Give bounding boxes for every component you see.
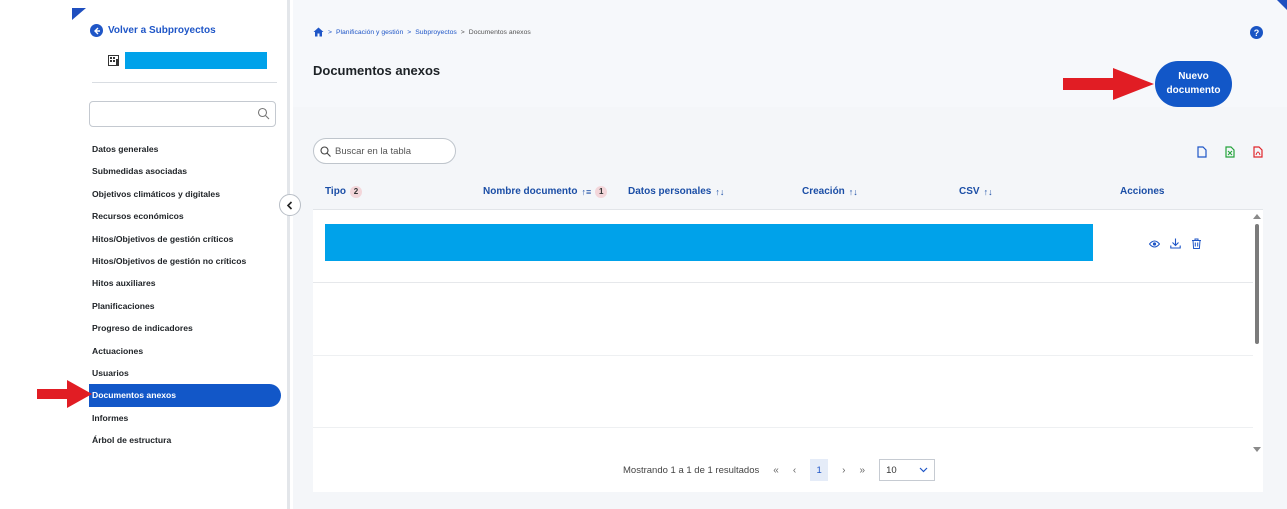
current-page-button[interactable]: 1: [810, 459, 829, 481]
next-page-button[interactable]: ›: [842, 465, 845, 476]
column-header-nombre-documento[interactable]: Nombre documento ↑≡ 1: [483, 174, 608, 210]
empty-row: [313, 284, 1253, 356]
sort-ascending-icon: ↑≡: [581, 187, 592, 197]
table-search-input[interactable]: [335, 145, 445, 157]
sort-order-badge: 2: [349, 186, 362, 198]
breadcrumb-separator: >: [407, 28, 412, 36]
last-page-button[interactable]: »: [860, 465, 866, 476]
new-document-button[interactable]: Nuevo documento: [1155, 61, 1232, 107]
sidebar-item-documentos-anexos[interactable]: Documentos anexos: [89, 384, 281, 407]
sidebar-item-datos-generales[interactable]: Datos generales: [89, 138, 284, 160]
red-arrow-annotation: [1063, 68, 1154, 100]
help-icon[interactable]: ?: [1250, 26, 1263, 39]
breadcrumb-separator: >: [328, 28, 332, 36]
sort-icon: ↑↓: [715, 187, 725, 197]
pdf-export-icon[interactable]: [1253, 146, 1263, 158]
collapse-sidebar-button[interactable]: [279, 194, 301, 216]
project-selector: [108, 52, 267, 69]
sidebar-item-objetivos-climaticos[interactable]: Objetivos climáticos y digitales: [89, 183, 284, 205]
column-header-datos-personales[interactable]: Datos personales ↑↓: [628, 174, 724, 210]
search-icon: [257, 107, 270, 120]
corner-mark: [72, 8, 86, 20]
trash-icon[interactable]: [1191, 238, 1202, 249]
column-label: CSV: [959, 186, 980, 197]
column-label: Datos personales: [628, 186, 712, 197]
scroll-up-arrow[interactable]: [1253, 214, 1261, 219]
breadcrumb-link-planificacion[interactable]: Planificación y gestión: [336, 29, 403, 36]
column-header-creacion[interactable]: Creación ↑↓: [802, 174, 858, 210]
column-header-csv[interactable]: CSV ↑↓: [959, 174, 993, 210]
table-search-field[interactable]: [313, 138, 456, 164]
home-icon[interactable]: [313, 27, 324, 37]
breadcrumb: > Planificación y gestión > Subproyectos…: [313, 27, 531, 37]
project-name-redacted: [125, 52, 267, 69]
sidebar-item-arbol-estructura[interactable]: Árbol de estructura: [89, 429, 284, 451]
page-size-select[interactable]: 10: [879, 459, 936, 481]
back-link-label: Volver a Subproyectos: [108, 25, 216, 36]
new-document-label-1: Nuevo: [1178, 70, 1209, 82]
sidebar-item-planificaciones[interactable]: Planificaciones: [89, 295, 284, 317]
arrow-left-icon: [90, 24, 103, 37]
sidebar: Volver a Subproyectos Datos generales Su…: [0, 0, 290, 509]
sidebar-search-input[interactable]: [89, 101, 276, 127]
scroll-down-arrow[interactable]: [1253, 447, 1261, 452]
row-actions: [1149, 238, 1202, 249]
row-content-redacted: [325, 224, 1093, 261]
chevron-left-icon: [286, 200, 293, 210]
sort-icon: ↑↓: [848, 187, 858, 197]
sort-order-badge: 1: [595, 186, 608, 198]
sidebar-item-hitos-auxiliares[interactable]: Hitos auxiliares: [89, 272, 284, 294]
excel-export-icon[interactable]: [1225, 146, 1235, 158]
red-arrow-annotation: [37, 380, 92, 408]
column-label: Nombre documento: [483, 186, 578, 197]
file-export-icon[interactable]: [1197, 146, 1207, 158]
export-toolbar: [1197, 146, 1263, 158]
back-to-subprojects-link[interactable]: Volver a Subproyectos: [90, 24, 216, 37]
sidebar-menu: Datos generales Submedidas asociadas Obj…: [89, 138, 284, 451]
sidebar-item-progreso-indicadores[interactable]: Progreso de indicadores: [89, 317, 284, 339]
first-page-button[interactable]: «: [773, 465, 779, 476]
search-icon: [320, 145, 331, 157]
sidebar-item-submedidas[interactable]: Submedidas asociadas: [89, 160, 284, 182]
pagination-summary: Mostrando 1 a 1 de 1 resultados: [623, 464, 760, 476]
column-label: Creación: [802, 186, 845, 197]
sidebar-divider: [92, 82, 277, 83]
corner-mark: [1277, 0, 1287, 10]
table-scrollbar[interactable]: [1250, 214, 1263, 452]
prev-page-button[interactable]: ‹: [793, 465, 796, 476]
column-label: Tipo: [325, 186, 346, 197]
documents-table: Tipo 2 Nombre documento ↑≡ 1 Datos perso…: [313, 174, 1263, 492]
column-header-tipo[interactable]: Tipo 2: [325, 174, 362, 210]
table-header: Tipo 2 Nombre documento ↑≡ 1 Datos perso…: [313, 174, 1263, 210]
new-document-label-2: documento: [1166, 85, 1221, 96]
page-size-value: 10: [886, 464, 897, 476]
sidebar-item-actuaciones[interactable]: Actuaciones: [89, 340, 284, 362]
page-title: Documentos anexos: [313, 63, 441, 78]
sidebar-item-hitos-no-criticos[interactable]: Hitos/Objetivos de gestión no críticos: [89, 250, 284, 272]
download-icon[interactable]: [1170, 238, 1181, 249]
sidebar-item-informes[interactable]: Informes: [89, 407, 284, 429]
sidebar-item-usuarios[interactable]: Usuarios: [89, 362, 284, 384]
scroll-thumb[interactable]: [1255, 224, 1259, 344]
table-row[interactable]: [313, 210, 1253, 283]
empty-row: [313, 356, 1253, 428]
breadcrumb-separator: >: [460, 28, 465, 36]
breadcrumb-current: Documentos anexos: [468, 28, 531, 36]
pagination: Mostrando 1 a 1 de 1 resultados « ‹ 1 › …: [623, 459, 936, 481]
sidebar-item-recursos-economicos[interactable]: Recursos económicos: [89, 205, 284, 227]
chevron-down-icon: [919, 467, 928, 473]
column-header-acciones: Acciones: [1120, 174, 1164, 210]
sort-icon: ↑↓: [983, 187, 993, 197]
building-icon: [108, 55, 119, 66]
column-label: Acciones: [1120, 186, 1165, 197]
sidebar-item-hitos-criticos[interactable]: Hitos/Objetivos de gestión críticos: [89, 228, 284, 250]
breadcrumb-link-subproyectos[interactable]: Subproyectos: [415, 29, 457, 36]
eye-icon[interactable]: [1149, 240, 1160, 248]
